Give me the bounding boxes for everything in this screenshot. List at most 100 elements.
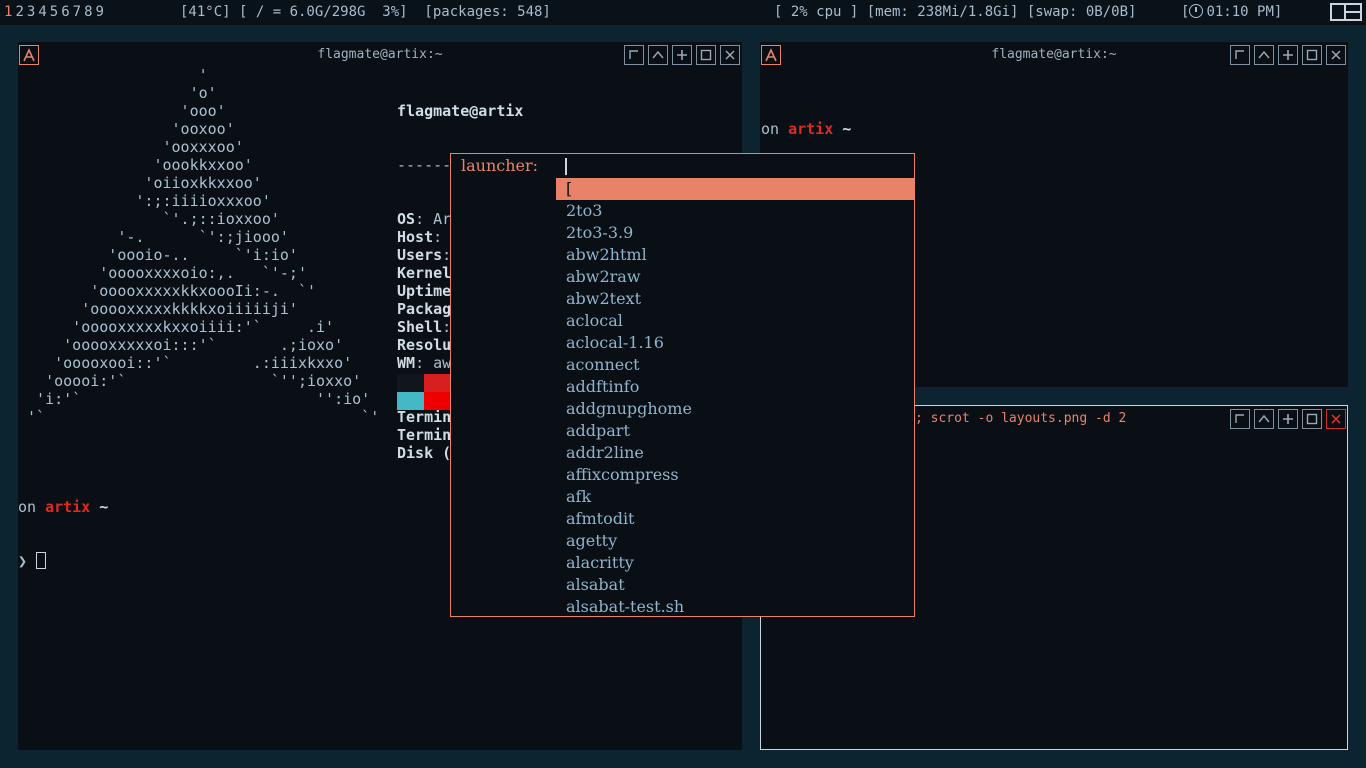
ascii-line: 'i:'` '':io' — [18, 390, 371, 408]
ontop-button[interactable] — [648, 45, 668, 65]
sticky-button[interactable] — [1278, 409, 1298, 429]
ascii-line: 'oookkxxoo' — [18, 156, 253, 174]
palette-swatch — [397, 392, 424, 410]
close-button[interactable] — [720, 45, 740, 65]
workspace-tag-2[interactable]: 2 — [15, 4, 23, 20]
info-key: Termin — [397, 408, 452, 426]
window-titlebar[interactable]: flagmate@artix:~ — [18, 42, 742, 68]
launcher-item[interactable]: aconnect — [556, 354, 914, 376]
float-button[interactable] — [624, 45, 644, 65]
info-key: Uptime — [397, 282, 452, 300]
launcher-item[interactable]: afk — [556, 486, 914, 508]
launcher-item[interactable]: affixcompress — [556, 464, 914, 486]
system-status-right: [ 2% cpu ] [mem: 238Mi/1.8Gi] [swap: 0B/… — [774, 4, 1137, 20]
clock-icon — [1189, 4, 1204, 18]
info-key: Kernel — [397, 264, 452, 282]
ascii-line: 'ooooi:'` `'';ioxxo' — [18, 372, 362, 390]
ontop-button[interactable] — [1254, 409, 1274, 429]
ascii-line: 'ooxxxoo' — [18, 138, 244, 156]
launcher-item[interactable]: alsabat — [556, 574, 914, 596]
close-button[interactable] — [1326, 45, 1346, 65]
palette-swatch — [424, 392, 451, 410]
workspace-tag-8[interactable]: 8 — [84, 4, 92, 20]
workspace-tag-9[interactable]: 9 — [96, 4, 104, 20]
clock-time: 01:10 PM] — [1206, 4, 1283, 20]
workspace-tag-7[interactable]: 7 — [73, 4, 81, 20]
ascii-line: 'ooooxxxxxkkxoooIi:-. `' — [18, 282, 317, 300]
ascii-line: ':;:iiiioxxxoo' — [18, 192, 271, 210]
launcher-item[interactable]: agetty — [556, 530, 914, 552]
prompt-host: artix — [788, 120, 834, 138]
prompt-arrow: ❯ — [18, 552, 37, 570]
ascii-line: '` `' — [18, 408, 380, 426]
info-key: OS — [397, 210, 416, 228]
shell-prompt[interactable]: on artix ~ ❯ — [18, 462, 108, 606]
float-button[interactable] — [1230, 45, 1250, 65]
workspace-tags: 123456789 — [4, 0, 107, 25]
sticky-button[interactable] — [1278, 45, 1298, 65]
ascii-line: 'o' — [18, 84, 217, 102]
launcher-item[interactable]: 2to3-3.9 — [556, 222, 914, 244]
launcher-input[interactable] — [565, 158, 567, 175]
launcher-item[interactable]: abw2text — [556, 288, 914, 310]
info-key: Host — [397, 228, 434, 246]
maximize-button[interactable] — [696, 45, 716, 65]
launcher-item[interactable]: addftinfo — [556, 376, 914, 398]
ascii-line: 'ooooxxxxoio:,. `'-;' — [18, 264, 307, 282]
workspace-tag-3[interactable]: 3 — [27, 4, 35, 20]
clock-widget[interactable]: [01:10 PM] — [1181, 0, 1282, 25]
text-cursor — [36, 552, 47, 569]
window-titlebar[interactable]: flagmate@artix:~ — [760, 42, 1348, 68]
info-colon: : — [415, 210, 425, 228]
launcher-menu[interactable]: launcher: [2to3 2to3-3.9 abw2html abw2raw ab… — [450, 153, 915, 617]
ontop-button[interactable] — [1254, 45, 1274, 65]
info-key: Resolu — [397, 336, 452, 354]
prompt-host: artix — [45, 498, 91, 516]
launcher-item[interactable]: abw2html — [556, 244, 914, 266]
ascii-line: 'ooo' — [18, 102, 226, 120]
info-colon: : — [415, 354, 425, 372]
launcher-item[interactable]: 2to3 — [556, 200, 914, 222]
float-button[interactable] — [1230, 409, 1250, 429]
maximize-button[interactable] — [1302, 409, 1322, 429]
launcher-item[interactable]: aclocal — [556, 310, 914, 332]
info-key: Shell — [397, 318, 443, 336]
launcher-item[interactable]: addpart — [556, 420, 914, 442]
info-key: Users — [397, 246, 443, 264]
layout-toggle-icon[interactable] — [1330, 3, 1362, 21]
prompt-prefix: on — [761, 120, 789, 138]
launcher-prompt: launcher: — [461, 156, 539, 175]
launcher-item[interactable]: abw2raw — [556, 266, 914, 288]
user-host: flagmate@artix — [397, 102, 524, 120]
info-key: Termin — [397, 426, 452, 444]
palette-swatch — [424, 374, 451, 392]
workspace-tag-4[interactable]: 4 — [38, 4, 46, 20]
maximize-button[interactable] — [1302, 45, 1322, 65]
launcher-results: [2to3 2to3-3.9 abw2html abw2raw abw2text aclo… — [556, 178, 914, 618]
launcher-item[interactable]: afmtodit — [556, 508, 914, 530]
close-button[interactable] — [1326, 409, 1346, 429]
launcher-item[interactable]: addr2line — [556, 442, 914, 464]
sticky-button[interactable] — [672, 45, 692, 65]
launcher-item[interactable]: [ — [556, 178, 914, 200]
prompt-prefix: on — [18, 498, 46, 516]
prompt-dir: ~ — [90, 498, 109, 516]
info-colon: : — [433, 228, 443, 246]
top-bar: 123456789 [41°C] [ / = 6.0G/298G 3%] [pa… — [0, 0, 1366, 25]
launcher-item[interactable]: alsabat-test.sh — [556, 596, 914, 618]
ascii-line: '-. `':;jiooo' — [18, 228, 289, 246]
launcher-item[interactable]: addgnupghome — [556, 398, 914, 420]
ascii-line: 'ooooxooi::'` .:iiixkxxo' — [18, 354, 353, 372]
info-value: aw — [424, 354, 452, 372]
artix-ascii-logo: ' 'o' 'ooo' 'ooxoo' 'ooxxxoo' 'oookkxxoo… — [18, 66, 379, 426]
prompt-dir: ~ — [833, 120, 852, 138]
info-key: Disk ( — [397, 444, 452, 462]
launcher-item[interactable]: aclocal-1.16 — [556, 332, 914, 354]
workspace-tag-6[interactable]: 6 — [61, 4, 69, 20]
workspace-tag-1[interactable]: 1 — [4, 4, 12, 20]
launcher-item[interactable]: alacritty — [556, 552, 914, 574]
workspace-tag-5[interactable]: 5 — [50, 4, 58, 20]
ascii-line: 'ooooxxxxxoi:::'` .;ioxo' — [18, 336, 344, 354]
ascii-line: 'oiioxkkxxoo' — [18, 174, 262, 192]
ascii-line: ' — [18, 66, 208, 84]
